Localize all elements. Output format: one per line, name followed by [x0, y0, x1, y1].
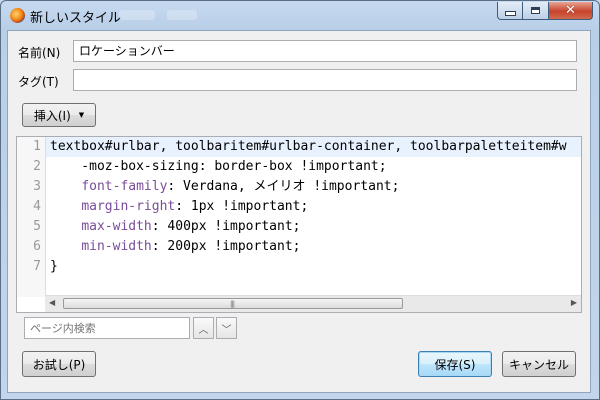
- titlebar-ghost-text: [119, 10, 155, 20]
- code-line: min-width: 200px !important;: [50, 237, 581, 257]
- scroll-left-icon[interactable]: ◀: [49, 298, 55, 307]
- scroll-right-icon[interactable]: ▶: [571, 298, 577, 307]
- line-number: 3: [33, 179, 41, 194]
- line-number: 1: [33, 139, 41, 154]
- name-field[interactable]: ロケーションバー: [73, 40, 577, 62]
- code-line: margin-right: 1px !important;: [50, 197, 581, 217]
- cancel-button[interactable]: キャンセル: [502, 351, 576, 377]
- chevron-up-icon: ︿: [198, 324, 209, 336]
- code-line: -moz-box-sizing: border-box !important;: [50, 159, 387, 174]
- css-property: font-family: [81, 179, 168, 194]
- code-line: max-width: 400px !important;: [50, 217, 581, 237]
- scrollbar-thumb[interactable]: |||: [63, 298, 403, 309]
- line-number: 4: [33, 199, 41, 214]
- search-previous-button[interactable]: ︿: [193, 317, 214, 339]
- close-icon: ✕: [565, 3, 576, 18]
- preview-button[interactable]: お試し(P): [22, 351, 96, 377]
- save-button[interactable]: 保存(S): [418, 351, 492, 377]
- window-title: 新しいスタイル: [30, 11, 122, 26]
- insert-button[interactable]: 挿入(I) ▼: [22, 103, 96, 127]
- line-number: 2: [33, 159, 41, 174]
- firefox-icon: [10, 8, 25, 23]
- line-number: 6: [33, 239, 41, 254]
- dropdown-arrow-icon: ▼: [78, 111, 85, 119]
- minimize-button[interactable]: [497, 2, 523, 20]
- code-line: font-family: Verdana, メイリオ !important;: [50, 177, 581, 197]
- maximize-icon: [531, 7, 540, 14]
- minimize-icon: [504, 11, 516, 16]
- css-property: margin-right: [81, 199, 176, 214]
- tag-field[interactable]: [73, 69, 577, 91]
- css-value: : Verdana, メイリオ !important;: [167, 179, 400, 194]
- titlebar-ghost-text: [167, 10, 197, 20]
- code-editor[interactable]: 1 2 3 4 5 6 7 textbox#urlbar, toolbarite…: [16, 136, 582, 313]
- css-property: max-width: [81, 219, 152, 234]
- tag-label: タグ(T): [18, 75, 59, 89]
- maximize-button[interactable]: [523, 2, 549, 20]
- close-button[interactable]: ✕: [549, 2, 593, 20]
- search-next-button[interactable]: ﹀: [216, 317, 237, 339]
- window-controls: ✕: [497, 2, 593, 20]
- name-label: 名前(N): [18, 46, 61, 60]
- chevron-down-icon: ﹀: [221, 324, 232, 336]
- code-line: }: [50, 259, 58, 274]
- css-value: : 1px !important;: [175, 199, 309, 214]
- title-bar[interactable]: 新しいスタイル ✕: [1, 1, 599, 31]
- css-property: min-width: [81, 239, 152, 254]
- css-value: : 200px !important;: [151, 239, 301, 254]
- line-number: 5: [33, 219, 41, 234]
- code-line: textbox#urlbar, toolbaritem#urlbar-conta…: [50, 139, 567, 154]
- css-value: : 400px !important;: [151, 219, 301, 234]
- insert-button-label: 挿入(I): [33, 108, 71, 123]
- line-number: 7: [33, 259, 41, 274]
- page-search-input[interactable]: [24, 317, 190, 339]
- grip-icon: |||: [230, 300, 235, 308]
- horizontal-scrollbar[interactable]: ◀ ||| ▶: [45, 295, 581, 312]
